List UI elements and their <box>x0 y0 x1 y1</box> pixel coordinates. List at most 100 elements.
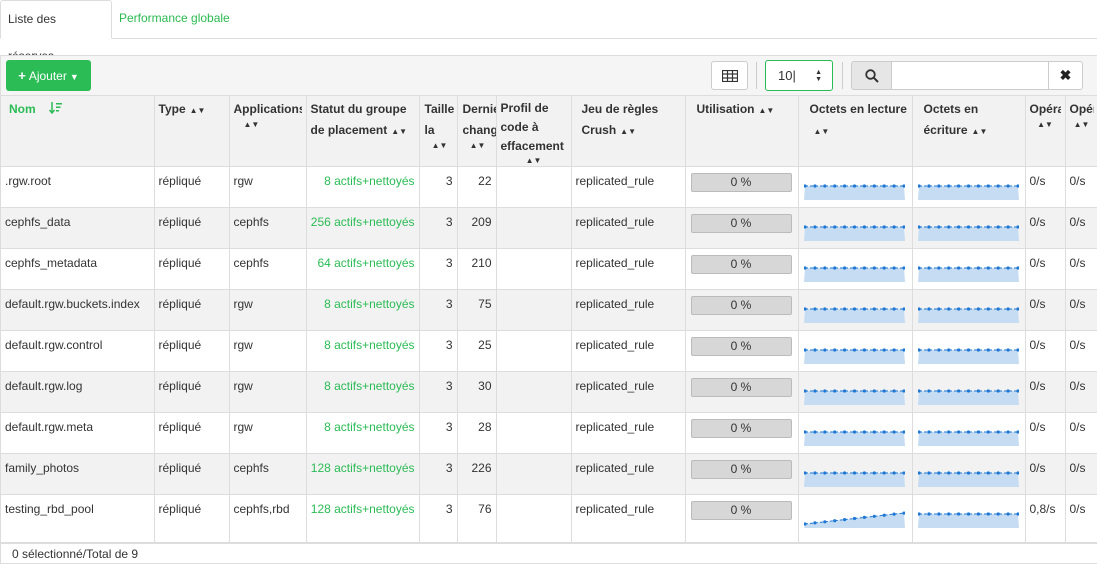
cell-usage: 0 % <box>685 248 799 290</box>
search-input[interactable] <box>891 61 1049 90</box>
cell-usage: 0 % <box>685 412 799 454</box>
cell-name: default.rgw.control <box>1 330 155 372</box>
cell-type: répliqué <box>154 289 230 331</box>
cell-name: cephfs_metadata <box>1 248 155 290</box>
column-label: Dernier changement <box>462 102 496 137</box>
cell-size: 3 <box>419 166 458 208</box>
add-pool-button[interactable]: + Ajouter ▼ <box>6 60 91 91</box>
table-row[interactable]: default.rgw.control répliqué rgw 8 actifs+n… <box>1 330 1097 372</box>
column-header-last-change[interactable]: Dernier changement ▲▼ <box>457 96 497 167</box>
sparkline-chart <box>803 430 905 446</box>
cell-usage: 0 % <box>685 289 799 331</box>
column-header-type[interactable]: Type ▲▼ <box>154 96 230 167</box>
column-label: Applications <box>233 102 302 116</box>
cell-last-change: 25 <box>457 330 497 372</box>
cell-applications: rgw <box>229 289 307 331</box>
column-header-applications[interactable]: Applications ▲▼ <box>229 96 307 167</box>
cell-crush-ruleset: replicated_rule <box>571 207 686 249</box>
table-row[interactable]: .rgw.root répliqué rgw 8 actifs+nettoyés 3 22… <box>1 166 1097 208</box>
cell-write-ops: 0/s <box>1065 453 1097 495</box>
table-row[interactable]: testing_rbd_pool répliqué cephfs,rbd 128 ac… <box>1 494 1097 544</box>
sparkline-chart <box>803 389 905 405</box>
cell-read-ops: 0/s <box>1025 207 1066 249</box>
sort-icon: ▲▼ <box>189 106 206 115</box>
sparkline-chart <box>917 471 1019 487</box>
table-row[interactable]: default.rgw.meta répliqué rgw 8 actifs+nett… <box>1 412 1097 454</box>
table-row[interactable]: cephfs_data répliqué cephfs 256 actifs+nett… <box>1 207 1097 249</box>
search-icon <box>865 69 879 83</box>
column-header-ec-profile[interactable]: Profil de code à effacement ▲▼ <box>496 96 572 167</box>
cell-read-bytes <box>798 207 913 249</box>
spinner-arrows-icon[interactable]: ▲ ▼ <box>815 69 822 83</box>
sparkline-chart <box>917 266 1019 282</box>
table-row[interactable]: family_photos répliqué cephfs 128 actifs+ne… <box>1 453 1097 495</box>
cell-write-ops: 0/s <box>1065 207 1097 249</box>
cell-crush-ruleset: replicated_rule <box>571 412 686 454</box>
cell-type: répliqué <box>154 412 230 454</box>
column-header-read-ops[interactable]: Opérations de lecture ▲▼ <box>1025 96 1066 167</box>
sparkline-chart <box>917 225 1019 241</box>
cell-pg-status: 64 actifs+nettoyés <box>306 248 420 290</box>
cell-name: .rgw.root <box>1 166 155 208</box>
cell-name: default.rgw.log <box>1 371 155 413</box>
close-icon: ✖ <box>1059 67 1072 83</box>
column-header-pg-status[interactable]: Statut du groupe de placement ▲▼ <box>306 96 420 167</box>
cell-applications: cephfs,rbd <box>229 494 307 544</box>
cell-read-bytes <box>798 371 913 413</box>
column-header-usage[interactable]: Utilisation ▲▼ <box>685 96 799 167</box>
cell-read-ops: 0/s <box>1025 289 1066 331</box>
cell-ec-profile <box>496 166 572 208</box>
tab-overall-performance[interactable]: Performance globale <box>112 0 237 39</box>
table-row[interactable]: default.rgw.buckets.index répliqué rgw 8 ac… <box>1 289 1097 331</box>
cell-ec-profile <box>496 289 572 331</box>
table-row[interactable]: cephfs_metadata répliqué cephfs 64 actifs+n… <box>1 248 1097 290</box>
cell-type: répliqué <box>154 330 230 372</box>
page-size-input[interactable]: 10| ▲ ▼ <box>765 60 833 91</box>
cell-size: 3 <box>419 248 458 290</box>
usage-progress-bar: 0 % <box>690 214 792 233</box>
column-header-size[interactable]: Taille de la ▲▼ <box>419 96 458 167</box>
cell-write-bytes <box>912 371 1026 413</box>
sparkline-chart <box>917 348 1019 364</box>
cell-crush-ruleset: replicated_rule <box>571 166 686 208</box>
tab-pool-list[interactable]: Liste des réserves <box>0 0 112 63</box>
cell-usage: 0 % <box>685 371 799 413</box>
cell-pg-status: 8 actifs+nettoyés <box>306 330 420 372</box>
column-label: Octets en écriture <box>923 102 979 137</box>
cell-pg-status: 8 actifs+nettoyés <box>306 166 420 208</box>
usage-progress-bar: 0 % <box>690 460 792 479</box>
cell-read-ops: 0/s <box>1025 453 1066 495</box>
tab-bar: Liste des réserves Performance globale <box>0 0 1097 63</box>
cell-applications: rgw <box>229 166 307 208</box>
search-button[interactable] <box>851 61 892 90</box>
cell-write-bytes <box>912 412 1026 454</box>
column-header-write-bytes[interactable]: Octets en écriture ▲▼ <box>912 96 1026 167</box>
cell-ec-profile <box>496 494 572 544</box>
sparkline-chart <box>803 307 905 323</box>
column-label: Utilisation <box>696 102 755 116</box>
column-header-name[interactable]: Nom <box>1 96 155 167</box>
table-row[interactable]: default.rgw.log répliqué rgw 8 actifs+netto… <box>1 371 1097 413</box>
sparkline-chart <box>803 511 905 528</box>
cell-crush-ruleset: replicated_rule <box>571 248 686 290</box>
page-size-value: 10 <box>778 68 793 83</box>
cell-pg-status: 8 actifs+nettoyés <box>306 412 420 454</box>
usage-progress-bar: 0 % <box>690 296 792 315</box>
cell-read-bytes <box>798 453 913 495</box>
cell-ec-profile <box>496 207 572 249</box>
usage-progress-bar: 0 % <box>690 419 792 438</box>
caret-down-icon: ▼ <box>69 72 79 82</box>
cell-ec-profile <box>496 371 572 413</box>
column-header-crush-ruleset[interactable]: Jeu de règles Crush ▲▼ <box>571 96 686 167</box>
column-header-write-ops[interactable]: Opérations d'écriture ▲▼ <box>1065 96 1097 167</box>
cell-size: 3 <box>419 207 458 249</box>
clear-search-button[interactable]: ✖ <box>1048 61 1083 90</box>
cell-last-change: 210 <box>457 248 497 290</box>
column-label: Taille de la <box>424 102 457 137</box>
column-header-read-bytes[interactable]: Octets en lecture ▲▼ <box>798 96 913 167</box>
cell-read-bytes <box>798 412 913 454</box>
column-toggle-button[interactable] <box>711 61 748 90</box>
sort-icon: ▲▼ <box>243 120 260 129</box>
usage-progress-bar: 0 % <box>690 501 792 520</box>
cell-name: testing_rbd_pool <box>1 494 155 544</box>
